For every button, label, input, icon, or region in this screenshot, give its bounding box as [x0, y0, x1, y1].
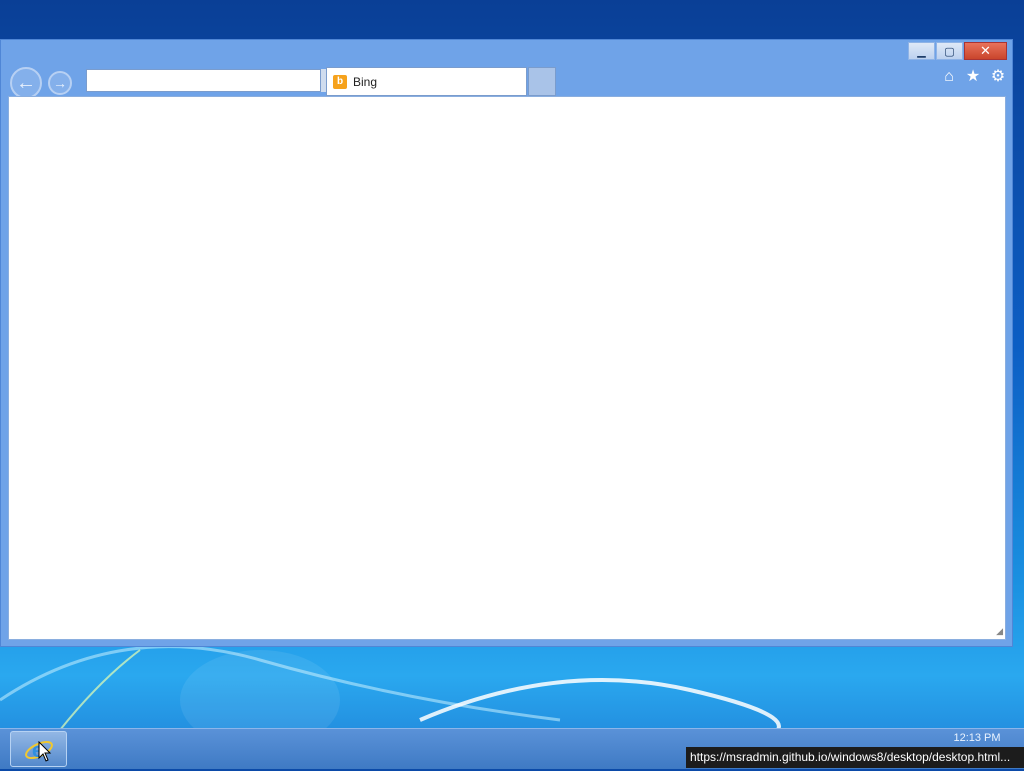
page-content-area[interactable]: ◢ — [8, 96, 1006, 640]
system-clock[interactable]: 12:13 PM — [940, 732, 1014, 744]
tab-bing[interactable]: b Bing — [326, 67, 527, 96]
minimize-button[interactable]: ▁ — [908, 42, 935, 60]
home-icon[interactable]: ⌂ — [939, 67, 959, 87]
forward-arrow-icon: → — [53, 75, 67, 91]
gear-icon[interactable]: ⚙ — [988, 67, 1008, 87]
forward-button[interactable]: → — [48, 71, 72, 95]
tab-title: Bing — [353, 74, 378, 89]
bing-icon: b — [333, 74, 347, 89]
mouse-cursor-icon — [38, 741, 52, 762]
star-icon[interactable]: ★ — [963, 67, 983, 87]
resize-grip-icon[interactable]: ◢ — [996, 626, 1003, 637]
back-button[interactable]: ← — [10, 67, 42, 99]
close-button[interactable]: ✕ — [964, 42, 1007, 60]
new-tab-button[interactable] — [528, 67, 556, 96]
internet-explorer-window[interactable]: ▁ ▢ ✕ ← → b Bing ⌂ ★ ⚙ ◢ — [0, 39, 1013, 647]
status-bar-url: https://msradmin.github.io/windows8/desk… — [686, 747, 1024, 768]
address-bar-input[interactable] — [86, 69, 321, 92]
back-arrow-icon: ← — [16, 71, 36, 94]
maximize-button[interactable]: ▢ — [936, 42, 963, 60]
